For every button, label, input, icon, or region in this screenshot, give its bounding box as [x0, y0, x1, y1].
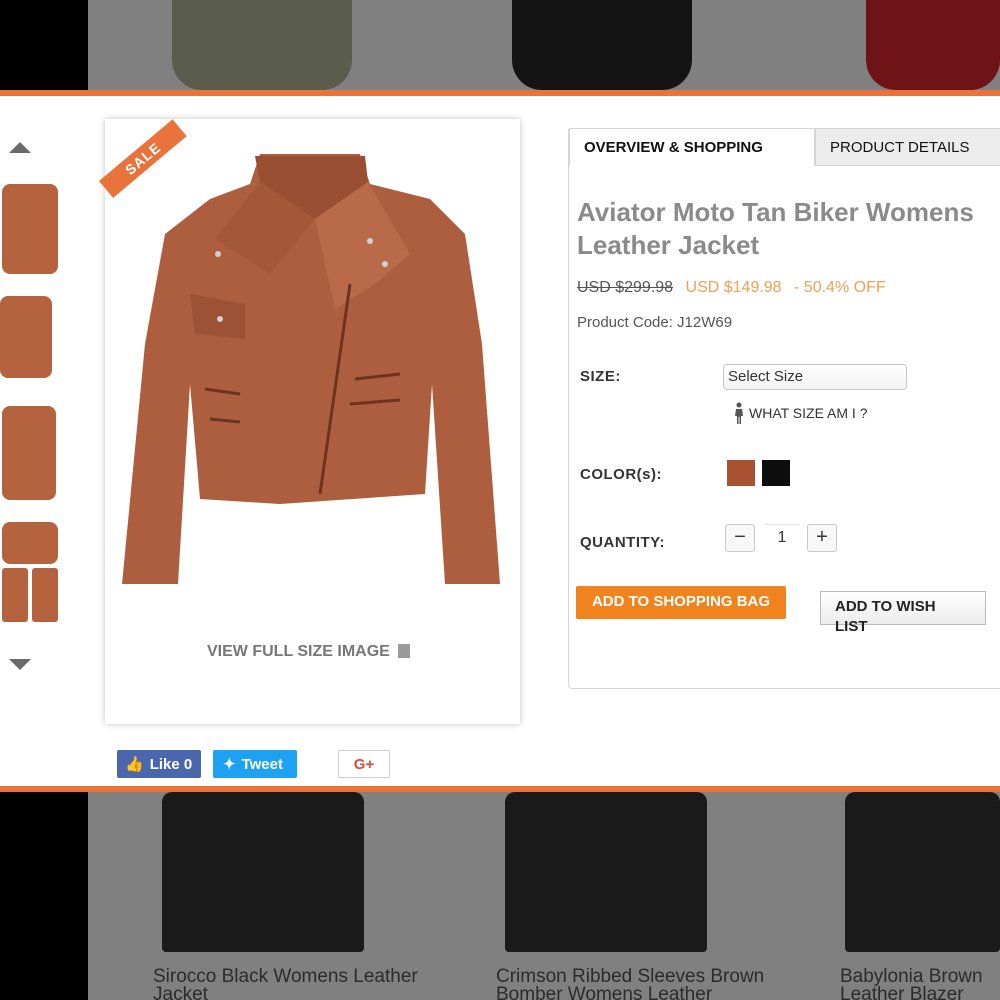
price-row: USD $299.98 USD $149.98 - 50.4% OFF: [577, 279, 886, 297]
facebook-like-label: Like 0: [149, 755, 193, 773]
add-to-shopping-bag-button[interactable]: ADD TO SHOPPING BAG: [576, 586, 786, 619]
discount-percent: - 50.4% OFF: [794, 279, 886, 296]
background-product-sirocco-image[interactable]: [162, 792, 364, 952]
background-caption-babylonia[interactable]: Babylonia Brown Leather Blazer: [840, 967, 1000, 1000]
add-to-wish-list-button[interactable]: ADD TO WISH LIST: [820, 591, 986, 635]
view-full-size-link[interactable]: VIEW FULL SIZE IMAGE: [207, 643, 410, 661]
background-product-black-jacket[interactable]: [512, 0, 692, 90]
original-price: USD $299.98: [577, 279, 674, 296]
quantity-input[interactable]: 1: [764, 524, 800, 552]
product-title: Aviator Moto Tan Biker Womens Leather Ja…: [577, 197, 974, 260]
thumbs-up-icon: 👍: [125, 756, 144, 773]
product-main-image[interactable]: [120, 144, 505, 609]
quantity-decrease-button[interactable]: −: [725, 524, 755, 552]
google-plus-button[interactable]: G+: [338, 750, 390, 778]
thumbnail-scroll-up-icon[interactable]: [9, 142, 31, 153]
background-product-olive-jacket[interactable]: [172, 0, 352, 90]
color-swatch-black[interactable]: [762, 460, 790, 486]
person-icon: [735, 402, 743, 424]
background-caption-sirocco[interactable]: Sirocco Black Womens Leather Jacket: [153, 967, 453, 1000]
background-caption-crimson[interactable]: Crimson Ribbed Sleeves Brown Bomber Wome…: [496, 967, 796, 1000]
product-quick-view-modal: SALE VIEW FULL SIZE IMAGE 👍 Like 0 ✦ Twe…: [0, 90, 1000, 792]
view-full-size-label: VIEW FULL SIZE IMAGE: [207, 643, 390, 660]
size-select[interactable]: Select Size: [723, 364, 907, 390]
thumbnail-4[interactable]: [0, 518, 62, 626]
thumbnail-2[interactable]: [0, 292, 62, 384]
color-swatch-tan[interactable]: [727, 460, 755, 486]
thumbnail-scroll-down-icon[interactable]: [9, 659, 31, 670]
thumbnail-1[interactable]: [0, 180, 62, 280]
google-plus-label: G+: [353, 755, 375, 773]
tweet-label: Tweet: [241, 755, 283, 773]
size-guide-link[interactable]: WHAT SIZE AM I ?: [733, 402, 868, 424]
product-code: Product Code: J12W69: [577, 314, 733, 331]
size-label: SIZE:: [580, 368, 621, 385]
tab-product-details[interactable]: PRODUCT DETAILS: [815, 128, 1000, 166]
thumbnail-3[interactable]: [0, 402, 62, 506]
background-product-babylonia-image[interactable]: [845, 792, 1000, 952]
sale-price: USD $149.98: [685, 279, 782, 296]
tab-overview-shopping[interactable]: OVERVIEW & SHOPPING: [569, 128, 815, 166]
background-product-crimson-image[interactable]: [505, 792, 707, 952]
size-guide-label: WHAT SIZE AM I ?: [749, 405, 868, 421]
expand-icon: [397, 644, 410, 658]
background-product-red-jacket[interactable]: [866, 0, 1000, 90]
quantity-label: QUANTITY:: [580, 534, 666, 551]
color-label: COLOR(s):: [580, 466, 662, 483]
facebook-like-button[interactable]: 👍 Like 0: [117, 750, 201, 778]
tweet-button[interactable]: ✦ Tweet: [213, 750, 297, 778]
product-image-panel: SALE VIEW FULL SIZE IMAGE: [99, 119, 520, 724]
quantity-increase-button[interactable]: +: [807, 524, 837, 552]
twitter-bird-icon: ✦: [223, 756, 236, 773]
